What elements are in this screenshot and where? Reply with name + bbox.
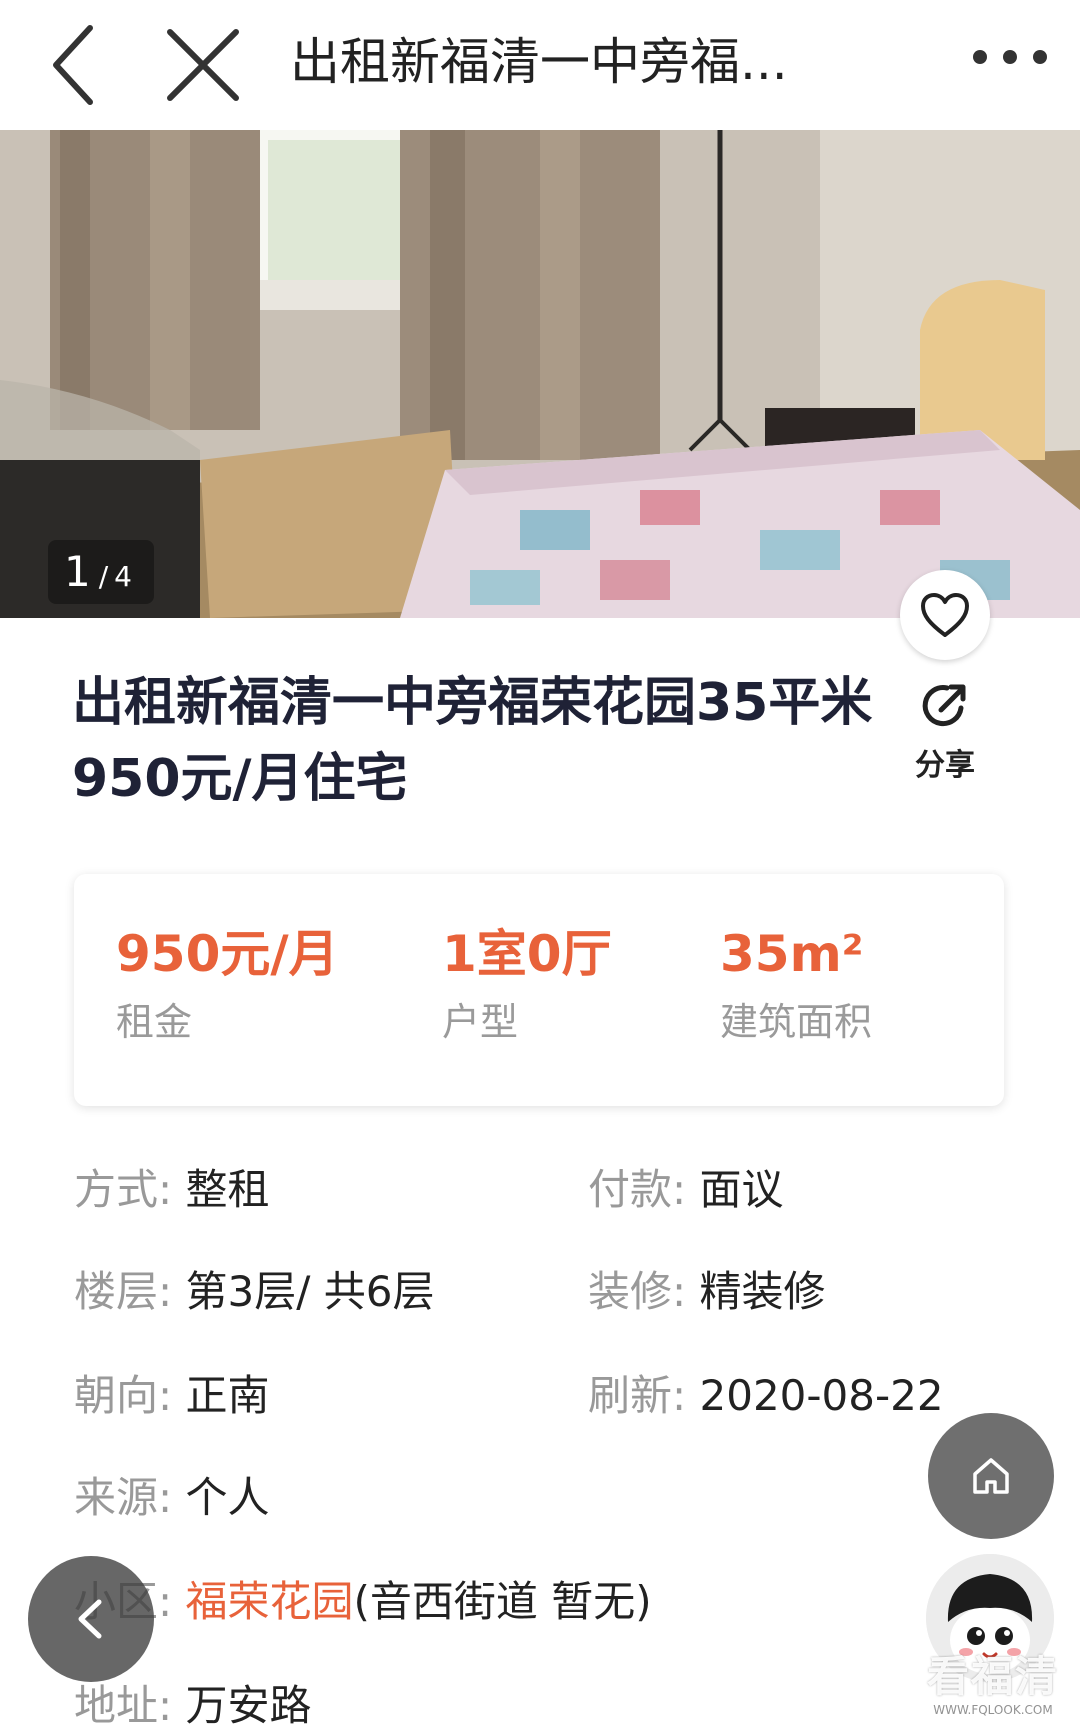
share-button[interactable]: 分享: [900, 678, 990, 788]
area-label: 建筑面积: [720, 1000, 873, 1044]
share-label: 分享: [915, 748, 975, 783]
attr-source: 来源: 个人: [74, 1468, 270, 1528]
layout-label: 户型: [442, 1000, 519, 1044]
attr-mode-value: 整租: [185, 1165, 270, 1214]
back-button[interactable]: [28, 20, 118, 110]
attr-decoration-key: 装修:: [588, 1267, 687, 1316]
favorite-button[interactable]: [900, 570, 990, 660]
watermark-text: 看福清: [926, 1652, 1059, 1701]
layout-value: 1室0厅: [442, 925, 612, 983]
more-button[interactable]: [960, 25, 1060, 105]
area-value: 35m²: [720, 925, 864, 983]
floating-back-button[interactable]: [28, 1556, 154, 1682]
attr-decoration: 装修: 精装修: [588, 1262, 826, 1322]
heart-icon: [921, 593, 969, 637]
photo-counter: 1 / 4: [48, 540, 154, 604]
attr-community: 小区: 福荣花园(音西街道 暂无): [74, 1572, 652, 1632]
attr-payment-value: 面议: [699, 1165, 784, 1214]
community-link[interactable]: 福荣花园: [186, 1577, 354, 1626]
attr-floor: 楼层: 第3层/ 共6层: [74, 1262, 434, 1322]
rent-label: 租金: [116, 1000, 193, 1044]
photo-counter-current: 1: [64, 547, 91, 596]
home-button[interactable]: [928, 1413, 1054, 1539]
top-nav-bar: 出租新福清一中旁福...: [0, 0, 1080, 130]
share-icon: [922, 684, 966, 727]
attr-mode-key: 方式:: [74, 1165, 173, 1214]
photo-counter-separator: /: [98, 560, 109, 593]
listing-title: 出租新福清一中旁福荣花园35平米950元/月住宅: [72, 673, 873, 809]
attr-address-key: 地址:: [74, 1681, 173, 1730]
home-icon: [973, 1458, 1009, 1494]
attr-refresh-value: 2020-08-22: [699, 1371, 944, 1420]
summary-layout: 1室0厅 户型: [442, 924, 612, 1046]
watermark: 看福清 WWW.FQLOOK.COM: [918, 1652, 1068, 1732]
attr-mode: 方式: 整租: [74, 1160, 270, 1220]
attr-refresh-key: 刷新:: [588, 1371, 687, 1420]
summary-card: 950元/月 租金 1室0厅 户型 35m² 建筑面积: [74, 874, 1004, 1106]
attr-payment-key: 付款:: [588, 1165, 687, 1214]
attr-community-value: (音西街道 暂无): [353, 1577, 652, 1626]
attr-source-value: 个人: [185, 1473, 270, 1522]
back-arrow-icon: [53, 25, 93, 105]
attr-address-value: 万安路: [185, 1681, 312, 1730]
attr-refresh: 刷新: 2020-08-22: [588, 1366, 944, 1426]
attr-orientation-key: 朝向:: [74, 1371, 173, 1420]
summary-area: 35m² 建筑面积: [720, 924, 872, 1046]
attr-address: 地址: 万安路: [74, 1676, 312, 1736]
photo-gallery[interactable]: 1 / 4: [0, 130, 1080, 618]
more-dots-icon: [973, 50, 1047, 64]
attr-floor-key: 楼层:: [74, 1267, 173, 1316]
rent-value: 950元/月: [116, 925, 339, 983]
attr-floor-value: 第3层/ 共6层: [185, 1267, 435, 1316]
photo-counter-total: 4: [114, 560, 132, 593]
room-photo: [0, 130, 1080, 618]
attr-decoration-value: 精装修: [699, 1267, 826, 1316]
page-title: 出租新福清一中旁福...: [290, 33, 788, 91]
attr-payment: 付款: 面议: [588, 1160, 784, 1220]
close-icon: [167, 29, 239, 101]
chevron-left-icon: [78, 1599, 102, 1639]
watermark-url: WWW.FQLOOK.COM: [933, 1703, 1053, 1717]
summary-rent: 950元/月 租金: [116, 924, 339, 1046]
attr-orientation: 朝向: 正南: [74, 1366, 270, 1426]
attr-orientation-value: 正南: [185, 1371, 270, 1420]
attr-source-key: 来源:: [74, 1473, 173, 1522]
close-button[interactable]: [158, 20, 248, 110]
